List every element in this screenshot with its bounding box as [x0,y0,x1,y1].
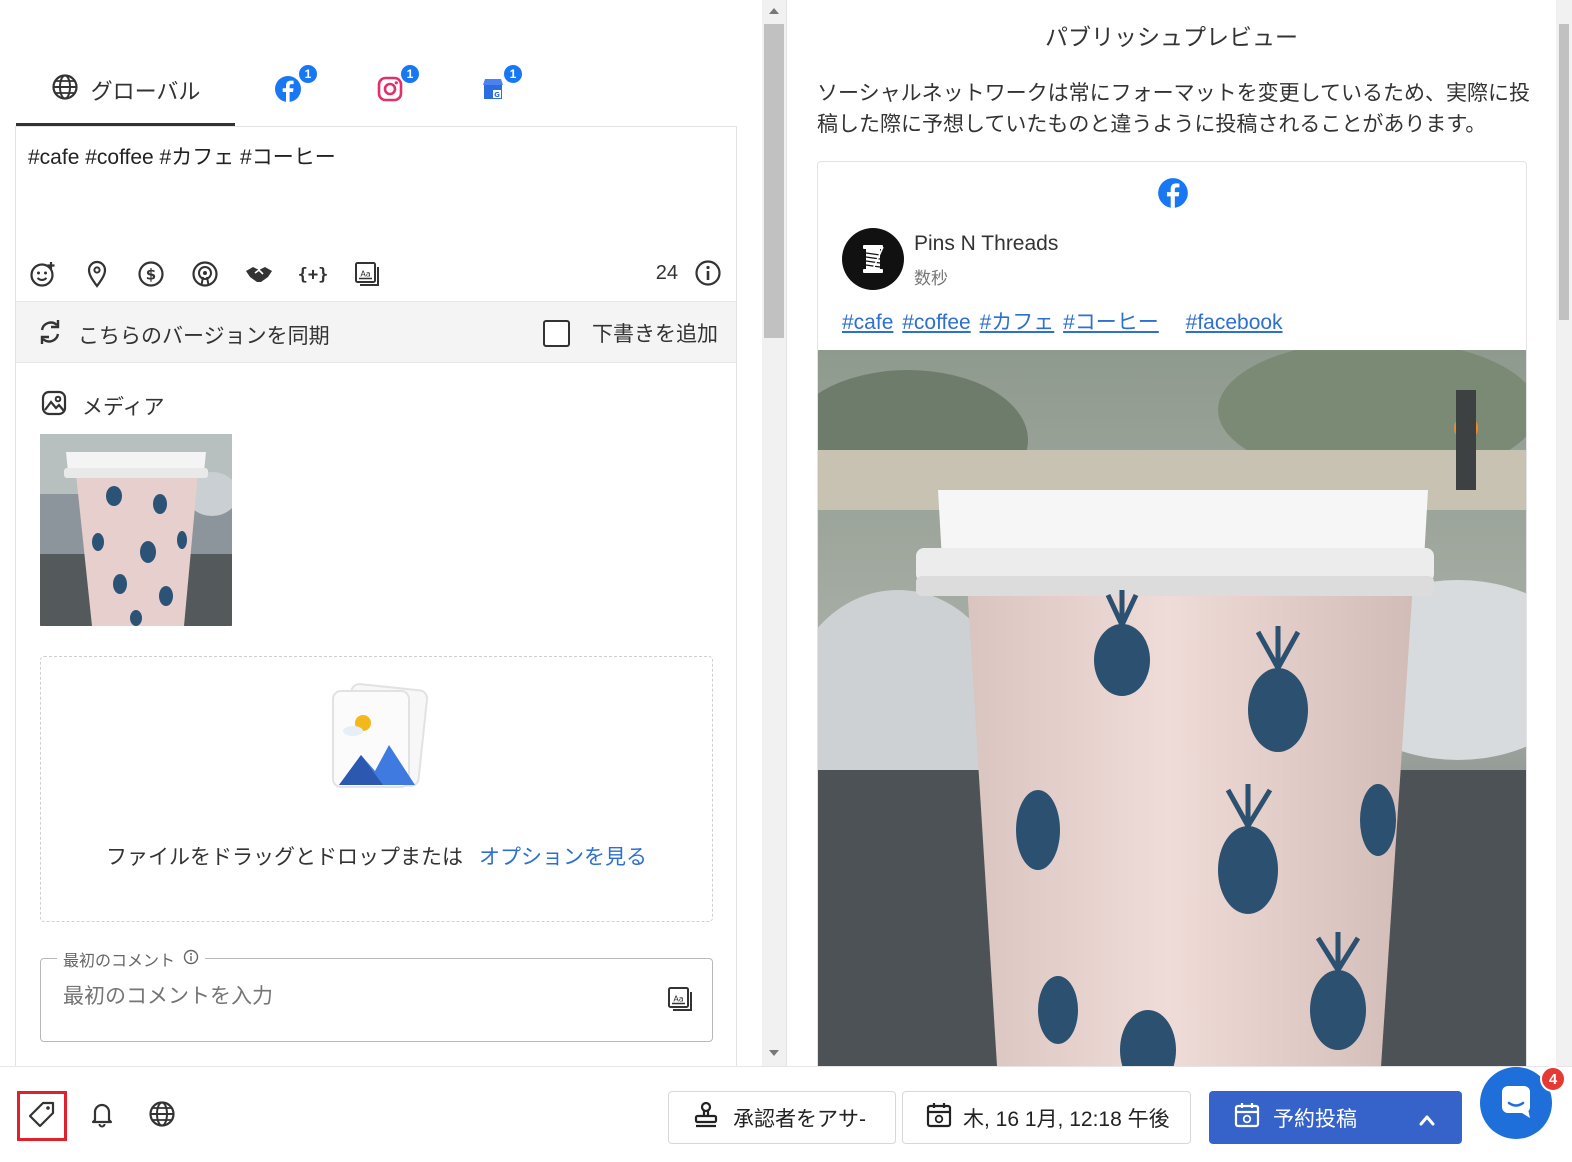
info-icon[interactable] [694,259,722,292]
media-library-icon[interactable]: Aa [352,259,382,289]
calendar-icon [1233,1101,1261,1135]
chevron-up-icon[interactable] [1418,1109,1436,1133]
tab-global[interactable]: グローバル [16,56,235,126]
svg-text:Aa: Aa [673,995,683,1004]
assign-approver-button[interactable]: 承認者をアサ- [668,1091,896,1144]
action-bar: 承認者をアサ- 木, 16 1月, 12:18 午後 予約投稿 [0,1066,1572,1162]
preview-scrollbar[interactable] [1556,0,1572,1066]
hashtag-link[interactable]: #cafe [842,311,893,334]
location-icon[interactable] [82,259,112,289]
svg-text:{+}: {+} [298,265,328,285]
assign-approver-label: 承認者をアサ- [733,1107,866,1131]
info-icon[interactable] [183,949,199,970]
sync-label: こちらのバージョンを同期 [78,324,330,348]
schedule-post-label: 予約投稿 [1273,1107,1357,1131]
hashtag-link[interactable]: #facebook [1186,311,1283,334]
instagram-count-badge: 1 [399,63,421,85]
media-library-icon[interactable]: Aa [666,985,694,1018]
media-dropzone[interactable]: ファイルをドラッグとドロップまたは オプションを見る [40,656,713,922]
preview-hashtags: #cafe #coffee #カフェ #コーヒー #facebook [842,306,1286,336]
sync-icon [36,318,64,351]
dollar-icon[interactable]: $ [136,259,166,289]
avatar [842,228,904,290]
character-count: 24 [655,262,678,284]
hashtag-link[interactable]: #カフェ [980,311,1055,334]
first-comment-legend: 最初のコメント [57,947,206,971]
image-icon [40,389,68,422]
facebook-preview-card: Pins N Threads 数秒 #cafe #coffee #カフェ #コー… [817,161,1527,1066]
schedule-post-button[interactable]: 予約投稿 [1209,1091,1462,1144]
preview-title: パブリッシュプレビュー [1045,24,1298,50]
add-draft-toggle[interactable]: 下書きを追加 [543,318,718,348]
composer-pane: グローバル 1 1 G 1 #cafe #coffee #カフェ #コーヒー $… [0,0,762,1066]
draft-label: 下書きを追加 [592,323,718,346]
svg-text:G: G [494,91,500,99]
draft-checkbox[interactable] [543,319,570,347]
preview-pane: パブリッシュプレビュー ソーシャルネットワークは常にフォーマットを変更しているた… [787,0,1556,1066]
network-tabs: グローバル 1 1 G 1 [16,56,736,126]
preview-scroll-thumb[interactable] [1559,24,1569,320]
dropzone-instruction: ファイルをドラッグとドロップまたは [106,846,463,869]
google-business-count-badge: 1 [502,63,524,85]
first-comment-field[interactable]: 最初のコメント Aa [40,947,713,1042]
editor-toolbar: $ {+} Aa 24 [28,259,722,289]
tab-facebook[interactable]: 1 [266,56,319,126]
scroll-up-icon[interactable] [769,8,779,14]
media-heading-label: メディア [82,395,165,419]
first-comment-input[interactable] [63,985,623,1009]
first-comment-legend-text: 最初のコメント [63,953,176,970]
account-name: Pins N Threads [914,232,1059,255]
preview-disclaimer: ソーシャルネットワークは常にフォーマットを変更しているため、実際に投稿した際に予… [817,82,1530,136]
globe-icon [51,73,79,106]
tab-instagram[interactable]: 1 [368,56,421,126]
scroll-down-icon[interactable] [769,1050,779,1056]
tag-icon [28,1100,56,1133]
schedule-date-label: 木, 16 1月, 12:18 午後 [963,1107,1170,1131]
tag-button[interactable] [17,1091,67,1141]
schedule-date-button[interactable]: 木, 16 1月, 12:18 午後 [902,1091,1191,1144]
facebook-count-badge: 1 [297,63,319,85]
variable-icon[interactable]: {+} [298,259,328,289]
hashtag-link[interactable]: #コーヒー [1063,311,1159,334]
post-text-area[interactable]: #cafe #coffee #カフェ #コーヒー [28,141,336,171]
notifications-button[interactable] [77,1091,127,1141]
tab-google-business[interactable]: G 1 [471,56,524,126]
post-editor: #cafe #coffee #カフェ #コーヒー $ {+} Aa 24 こちら… [15,126,737,1066]
composer-scroll-thumb[interactable] [764,24,784,338]
post-timestamp: 数秒 [914,269,948,288]
view-options-link[interactable]: オプションを見る [479,846,647,869]
composer-scrollbar[interactable] [762,0,786,1066]
sync-bar: こちらのバージョンを同期 下書きを追加 [16,301,736,363]
calendar-icon [925,1101,953,1135]
podcast-icon[interactable] [190,259,220,289]
upload-illustration-icon [323,681,433,806]
chat-unread-badge: 4 [1540,1066,1566,1092]
media-thumbnail[interactable] [40,434,232,626]
bell-icon [88,1100,116,1133]
facebook-icon [1157,177,1189,214]
sync-version-button[interactable]: こちらのバージョンを同期 [36,318,330,351]
emoji-icon[interactable] [28,259,58,289]
preview-photo [818,350,1526,1066]
handshake-icon[interactable] [244,259,274,289]
media-heading: メディア [40,389,165,422]
tab-global-label: グローバル [90,78,201,104]
timezone-button[interactable] [137,1091,187,1141]
hashtag-link[interactable]: #coffee [902,311,971,334]
globe-icon [148,1100,176,1133]
stamp-icon [693,1101,719,1135]
dropzone-text: ファイルをドラッグとドロップまたは オプションを見る [41,841,712,871]
svg-text:$: $ [146,266,156,284]
svg-text:Aa: Aa [360,270,370,279]
chat-icon [1498,1083,1534,1124]
